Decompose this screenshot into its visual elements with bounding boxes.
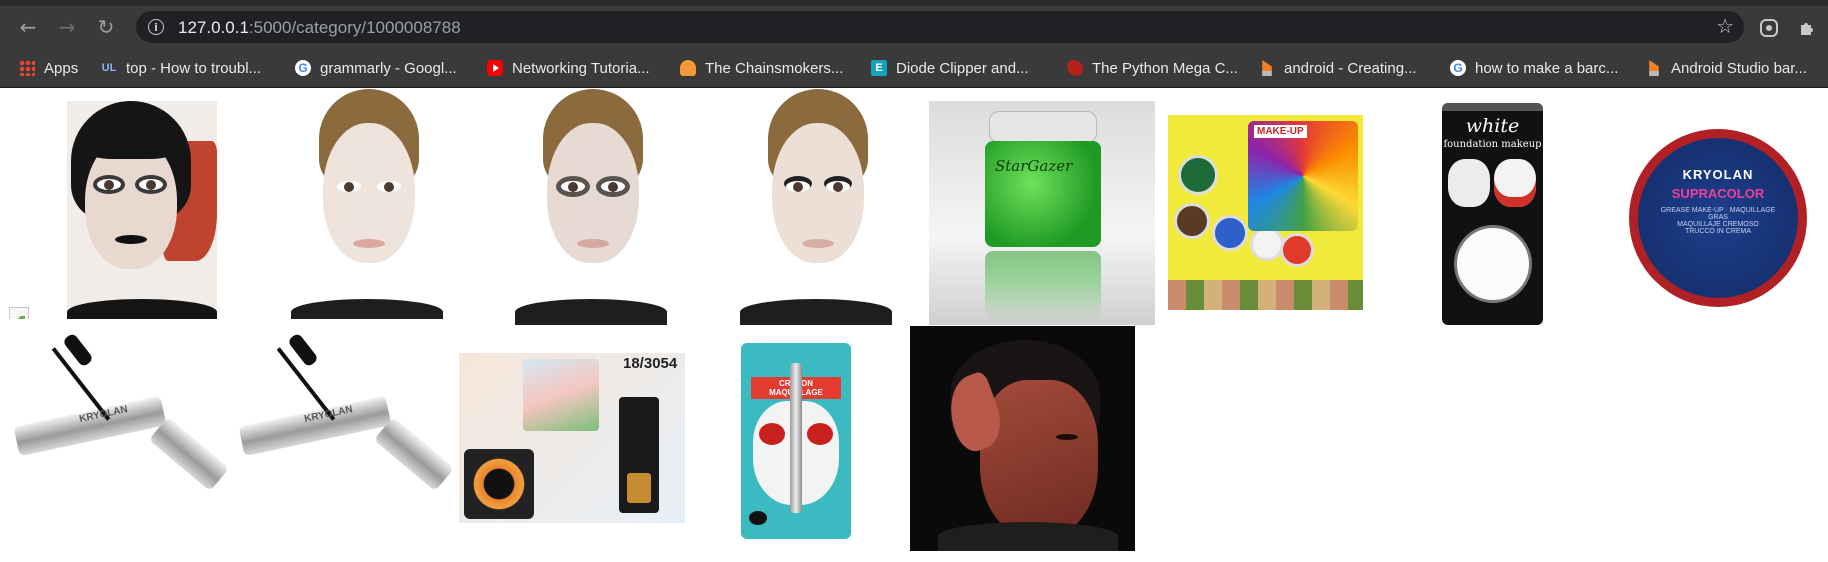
glitter-brand-label: StarGazer: [995, 157, 1073, 175]
bookmark-label: Android Studio bar...: [1671, 59, 1807, 77]
chainsmokers-icon: [680, 60, 696, 76]
google-icon: G: [1450, 60, 1466, 76]
bookmark-grammarly[interactable]: G grammarly - Googl...: [295, 56, 457, 80]
bookmark-python-mega[interactable]: The Python Mega C...: [1067, 56, 1238, 80]
info-icon[interactable]: i: [148, 19, 164, 35]
reload-icon[interactable]: ↻: [92, 13, 120, 41]
bookmark-networking[interactable]: Networking Tutoria...: [487, 56, 650, 80]
bookmark-label: top - How to troubl...: [126, 59, 262, 77]
product-kryolan-supracolor[interactable]: KRYOLAN SUPRACOLOR GREASE MAKE-UP · MAQU…: [1629, 129, 1807, 307]
bookmark-troubleshoot[interactable]: UL top - How to troubl...: [101, 56, 261, 80]
stackoverflow-icon: [1649, 60, 1659, 76]
browser-toolbar: ← → ↻ i 127.0.0.1:5000/category/10000087…: [0, 6, 1828, 48]
apps-grid-icon: [19, 60, 35, 76]
extension-app-icon[interactable]: [1759, 18, 1779, 38]
bookmark-label: Diode Clipper and...: [896, 59, 1029, 77]
bookmarks-bar: Apps UL top - How to troubl... G grammar…: [0, 48, 1828, 88]
puzzle-icon[interactable]: [1797, 18, 1817, 38]
kryolan-desc: GREASE MAKE-UP · MAQUILLAGE GRAS MAQUILL…: [1660, 207, 1776, 235]
bookmark-label: Apps: [44, 59, 79, 77]
bookmark-label: Networking Tutoria...: [512, 59, 650, 77]
product-face-paint-palette-set[interactable]: MAKE-UP: [1168, 115, 1363, 310]
stackoverflow-icon: [1262, 60, 1272, 76]
product-pale-foundation-model[interactable]: [291, 89, 443, 325]
bookmark-label: android - Creating...: [1284, 59, 1417, 77]
product-crayon-maquillage[interactable]: CRAYON MAQUILLAGE: [741, 343, 851, 539]
product-white-foundation-makeup[interactable]: white foundation makeup: [1442, 103, 1543, 325]
palette-brand-label: MAKE-UP: [1254, 125, 1307, 138]
star-icon[interactable]: ☆: [1716, 14, 1734, 38]
google-icon: G: [295, 60, 311, 76]
bookmark-chainsmokers[interactable]: The Chainsmokers...: [680, 56, 843, 80]
python-course-icon: [1067, 60, 1083, 76]
product-smoky-eye-model[interactable]: [515, 89, 667, 325]
product-kryolan-mascara-2[interactable]: KRYOLAN: [234, 319, 459, 544]
kryolan-brand: KRYOLAN: [1682, 167, 1754, 182]
url-text[interactable]: 127.0.0.1:5000/category/1000008788: [178, 18, 461, 38]
bookmark-diode-clipper[interactable]: E Diode Clipper and...: [871, 56, 1029, 80]
product-lashes-model[interactable]: [740, 89, 892, 325]
category-page: StarGazer MAKE-UP white foundation makeu…: [0, 89, 1828, 562]
address-bar[interactable]: i 127.0.0.1:5000/category/1000008788 ☆: [136, 11, 1744, 43]
back-arrow-icon[interactable]: ←: [14, 13, 42, 41]
kit-code: 18/3054: [623, 355, 678, 372]
product-elf-prosthetic-model[interactable]: [910, 326, 1135, 551]
e-icon: E: [871, 60, 887, 76]
product-green-glitter-jar[interactable]: StarGazer: [929, 101, 1155, 325]
bookmark-apps[interactable]: Apps: [19, 56, 78, 80]
url-path: :5000/category/1000008788: [248, 18, 461, 37]
bookmark-android-studio[interactable]: Android Studio bar...: [1646, 56, 1807, 80]
forward-arrow-icon[interactable]: →: [53, 13, 81, 41]
bookmark-label: The Chainsmokers...: [705, 59, 844, 77]
product-kryolan-mascara-1[interactable]: KRYOLAN: [9, 319, 234, 544]
bookmark-label: how to make a barc...: [1475, 59, 1619, 77]
bookmark-barcode[interactable]: G how to make a barc...: [1450, 56, 1618, 80]
bookmark-label: The Python Mega C...: [1092, 59, 1238, 77]
foundation-subtitle: foundation makeup: [1443, 139, 1542, 150]
ul-icon: UL: [101, 60, 117, 76]
product-goth-makeup-model[interactable]: [67, 101, 217, 325]
foundation-title: white: [1465, 115, 1520, 137]
url-host: 127.0.0.1: [178, 18, 249, 37]
kryolan-product: SUPRACOLOR: [1671, 186, 1765, 201]
product-eye-makeup-kit[interactable]: 18/3054: [459, 353, 685, 523]
bookmark-android-creating[interactable]: android - Creating...: [1259, 56, 1417, 80]
youtube-icon: [487, 60, 503, 76]
bookmark-label: grammarly - Googl...: [320, 59, 457, 77]
